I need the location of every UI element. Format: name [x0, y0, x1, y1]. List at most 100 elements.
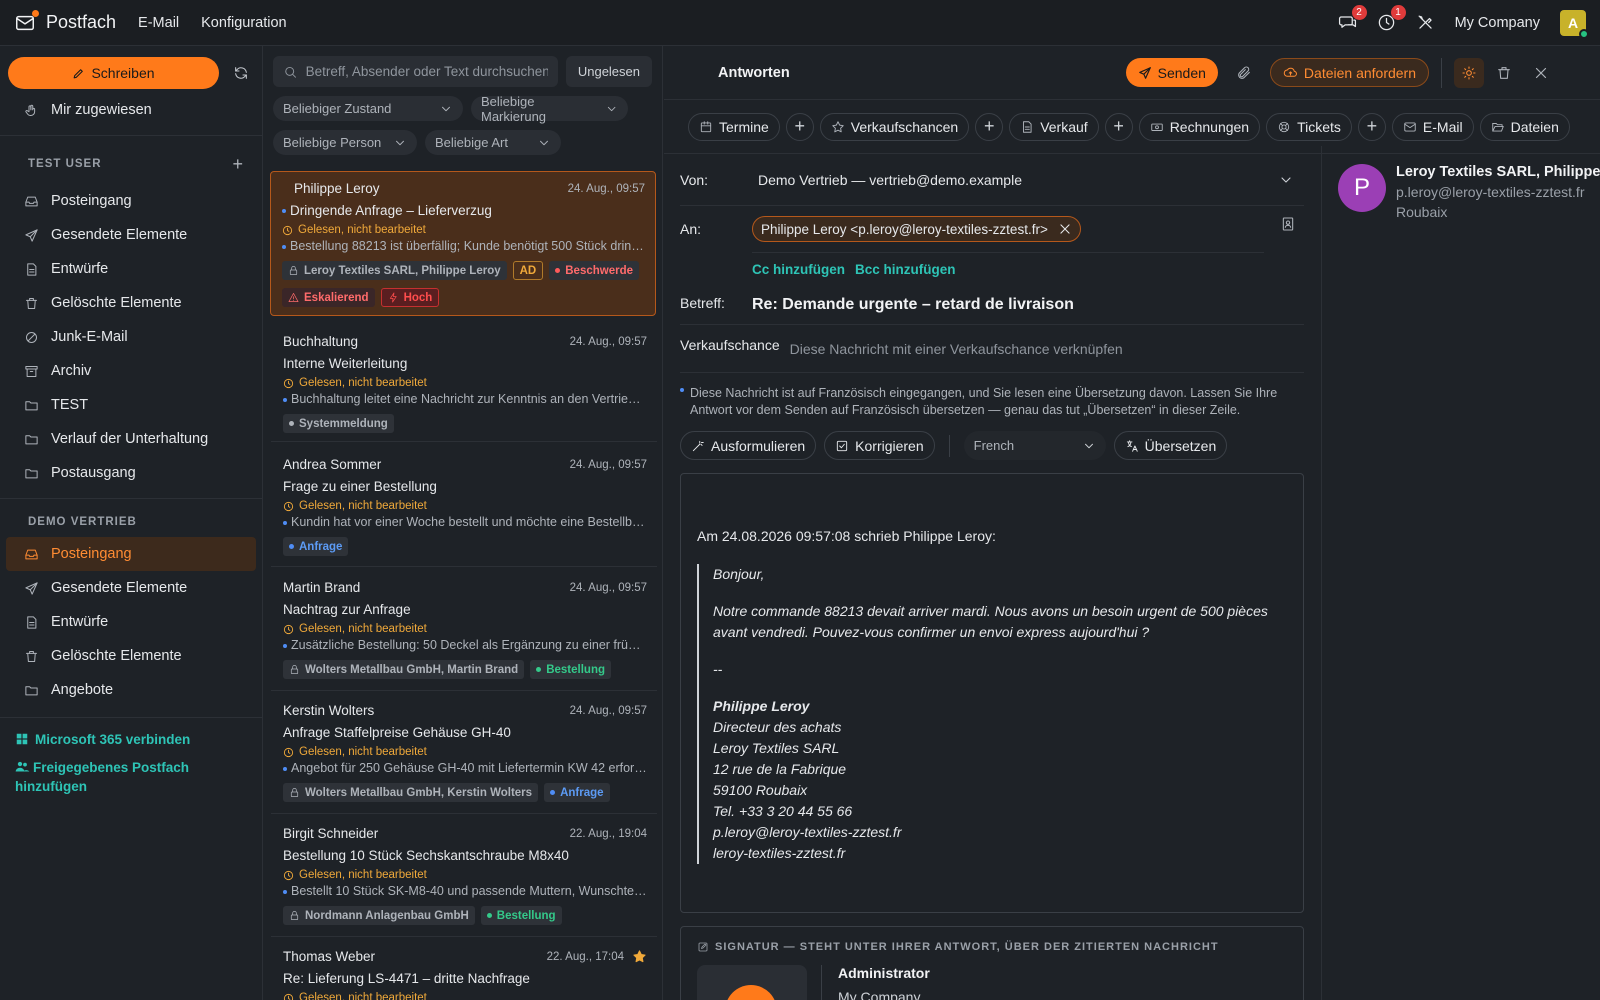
- add-bcc-link[interactable]: Bcc hinzufügen: [855, 262, 956, 277]
- trash-icon: [26, 650, 37, 662]
- contact-avatar[interactable]: P: [1338, 164, 1386, 212]
- filter-state[interactable]: Beliebiger Zustand: [273, 96, 463, 121]
- sidebar-item-archive-test[interactable]: Archiv: [6, 354, 256, 388]
- signature-box[interactable]: SIGNATUR — STEHT UNTER IHRER ANTWORT, ÜB…: [680, 926, 1304, 1000]
- settings-button[interactable]: [1454, 57, 1484, 88]
- tab-sales[interactable]: Verkauf: [1009, 112, 1099, 141]
- message-item[interactable]: Martin Brand 24. Aug., 09:57 Nachtrag zur…: [271, 571, 657, 691]
- language-select[interactable]: French: [963, 431, 1106, 460]
- subject-input[interactable]: Re: Demande urgente – retard de livraiso…: [752, 296, 1074, 314]
- sidebar-item-drafts-demo[interactable]: Entwürfe: [6, 605, 256, 639]
- search-input[interactable]: [305, 64, 548, 79]
- tab-email[interactable]: E-Mail: [1391, 112, 1474, 141]
- request-files-button[interactable]: Dateien anfordern: [1269, 58, 1429, 87]
- add-folder-button[interactable]: +: [232, 154, 244, 175]
- company-name[interactable]: My Company: [1455, 15, 1540, 31]
- opportunity-label: Verkaufschance: [680, 336, 780, 353]
- message-sender: Philippe Leroy: [294, 181, 380, 196]
- nav-configuration[interactable]: Konfiguration: [201, 15, 286, 31]
- microsoft-365-connect-link[interactable]: Microsoft 365 verbinden: [0, 730, 262, 749]
- company-tag: Wolters Metallbau GmbH, Martin Brand: [283, 660, 525, 679]
- address-book-icon[interactable]: [1280, 216, 1296, 232]
- reply-title: Antworten: [718, 64, 790, 81]
- chat-count-badge: 2: [1351, 5, 1367, 20]
- document-icon: [27, 262, 37, 276]
- opportunity-input[interactable]: Diese Nachricht mit einer Verkaufschance…: [790, 341, 1123, 357]
- sidebar-item-offers-demo[interactable]: Angebote: [6, 673, 256, 707]
- message-subject: Frage zu einer Bestellung: [283, 479, 437, 494]
- sidebar-item-sent-demo[interactable]: Gesendete Elemente: [6, 571, 256, 605]
- chevron-down-icon[interactable]: [1278, 172, 1294, 188]
- message-item[interactable]: Buchhaltung 24. Aug., 09:57 Interne Weite…: [271, 325, 657, 442]
- sidebar-item-deleted-test[interactable]: Gelöschte Elemente: [6, 286, 256, 320]
- remove-recipient-icon[interactable]: [1058, 222, 1072, 236]
- warning-icon: [288, 293, 299, 302]
- formulate-button[interactable]: Ausformulieren: [680, 431, 817, 460]
- filter-type[interactable]: Beliebige Art: [425, 130, 561, 155]
- clock-icon: [283, 747, 294, 757]
- tab-tickets[interactable]: Tickets: [1266, 112, 1352, 141]
- tab-files[interactable]: Dateien: [1479, 112, 1570, 141]
- tab-opportunities[interactable]: Verkaufschancen: [819, 112, 970, 141]
- message-subject: Nachtrag zur Anfrage: [283, 602, 411, 617]
- sidebar-item-sent-test[interactable]: Gesendete Elemente: [6, 218, 256, 252]
- message-status: Gelesen, nicht bearbeitet: [299, 500, 427, 512]
- nav-email[interactable]: E-Mail: [138, 15, 179, 31]
- archive-icon: [25, 365, 38, 377]
- close-button[interactable]: [1532, 64, 1550, 82]
- sidebar-item-conversation-history[interactable]: Verlauf der Unterhaltung: [6, 422, 256, 456]
- tab-invoices[interactable]: Rechnungen: [1138, 112, 1261, 141]
- refresh-button[interactable]: [233, 65, 249, 81]
- sidebar-item-test-folder[interactable]: TEST: [6, 388, 256, 422]
- message-item[interactable]: Philippe Leroy 24. Aug., 09:57 Dringende …: [270, 171, 656, 316]
- send-button[interactable]: Senden: [1125, 58, 1218, 87]
- message-date: 24. Aug., 09:57: [567, 182, 645, 195]
- message-status: Gelesen, nicht bearbeitet: [299, 869, 427, 881]
- message-item[interactable]: Kerstin Wolters 24. Aug., 09:57 Anfrage S…: [271, 694, 657, 814]
- contact-name[interactable]: Leroy Textiles SARL, Philippe Leroy: [1396, 164, 1600, 180]
- cloud-upload-icon: [1283, 67, 1297, 77]
- tools-button[interactable]: [1416, 13, 1435, 32]
- filter-person[interactable]: Beliebige Person: [273, 130, 417, 155]
- lifebuoy-icon: [1278, 121, 1290, 132]
- message-item[interactable]: Thomas Weber 22. Aug., 17:04 Re: Lieferun…: [271, 940, 657, 1000]
- attach-button[interactable]: [1236, 65, 1252, 81]
- message-item[interactable]: Andrea Sommer 24. Aug., 09:57 Frage zu ei…: [271, 448, 657, 567]
- search-box[interactable]: [273, 56, 558, 87]
- add-cc-link[interactable]: Cc hinzufügen: [752, 262, 845, 277]
- translate-button[interactable]: Übersetzen: [1113, 431, 1228, 460]
- message-editor[interactable]: Am 24.08.2026 09:57:08 schrieb Philippe …: [680, 473, 1304, 913]
- sidebar-item-inbox-demo[interactable]: Posteingang: [6, 537, 256, 571]
- message-item[interactable]: Birgit Schneider 22. Aug., 19:04 Bestellu…: [271, 817, 657, 937]
- sidebar-item-assigned[interactable]: Mir zugewiesen: [6, 93, 256, 127]
- tab-appointments[interactable]: Termine: [688, 112, 780, 141]
- sidebar-item-drafts-test[interactable]: Entwürfe: [6, 252, 256, 286]
- recipient-chip[interactable]: Philippe Leroy <p.leroy@leroy-textiles-z…: [752, 216, 1081, 242]
- unread-filter-button[interactable]: Ungelesen: [565, 56, 652, 87]
- sidebar-item-inbox-test[interactable]: Posteingang: [6, 184, 256, 218]
- close-icon: [1535, 67, 1547, 78]
- user-avatar[interactable]: A: [1560, 9, 1589, 39]
- brand[interactable]: Postfach: [14, 9, 116, 34]
- quoted-signature: Philippe Leroy Directeur des achats Lero…: [713, 698, 902, 861]
- sidebar-item-junk-test[interactable]: Junk-E-Mail: [6, 320, 256, 354]
- sidebar-item-deleted-demo[interactable]: Gelöschte Elemente: [6, 639, 256, 673]
- contact-email[interactable]: p.leroy@leroy-textiles-zztest.fr: [1396, 184, 1600, 200]
- add-ticket-button[interactable]: +: [1357, 112, 1386, 141]
- chat-button[interactable]: 2: [1338, 5, 1367, 32]
- add-sale-button[interactable]: +: [1104, 112, 1133, 141]
- sidebar-item-outbox-test[interactable]: Postausgang: [6, 456, 256, 490]
- delete-draft-button[interactable]: [1496, 65, 1512, 81]
- chevron-down-icon: [1084, 443, 1093, 448]
- add-shared-mailbox-link[interactable]: Freigegebenes Postfach hinzufügen: [0, 758, 262, 796]
- add-opportunity-button[interactable]: +: [975, 112, 1004, 141]
- from-select[interactable]: Demo Vertrieb — vertrieb@demo.example: [758, 172, 1022, 188]
- compose-button[interactable]: Schreiben: [8, 57, 219, 89]
- message-status: Gelesen, nicht bearbeitet: [299, 377, 427, 389]
- correct-button[interactable]: Korrigieren: [824, 431, 935, 460]
- filter-flag[interactable]: Beliebige Markierung: [471, 94, 628, 124]
- star-icon[interactable]: [632, 949, 647, 964]
- chevron-down-icon: [540, 140, 548, 145]
- add-appointment-button[interactable]: +: [785, 112, 814, 141]
- reminder-button[interactable]: 1: [1377, 5, 1406, 32]
